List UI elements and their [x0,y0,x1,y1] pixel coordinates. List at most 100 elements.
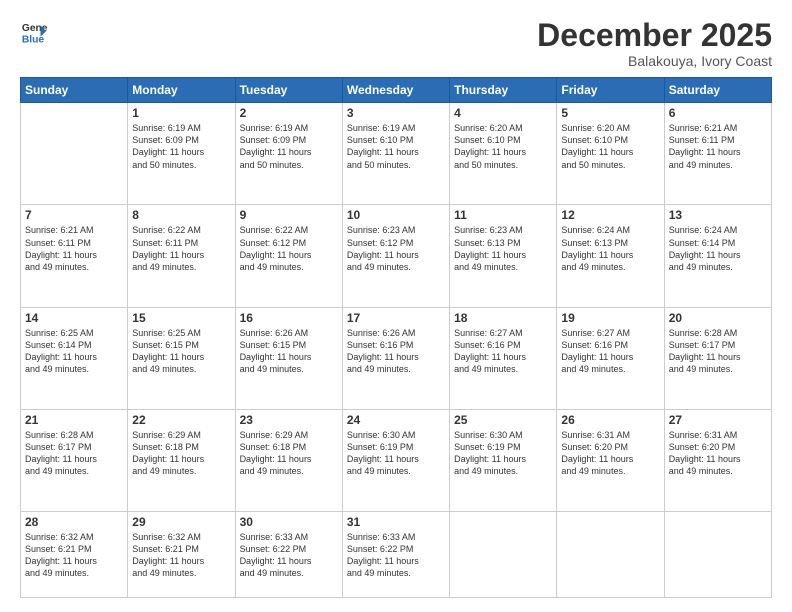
cell-3-1: 22Sunrise: 6:29 AM Sunset: 6:18 PM Dayli… [128,409,235,511]
cell-3-0: 21 Sunrise: 6:28 AM Sunset: 6:17 PM Dayli… [21,409,128,511]
day-info-26: Sunrise: 6:31 AM Sunset: 6:20 PM Dayligh… [561,429,659,478]
day-number-26: 26 [561,413,659,427]
day-number-13: 13 [669,208,767,222]
cell-0-2: 2 Sunrise: 6:19 AM Sunset: 6:09 PM Daylig… [235,103,342,205]
day-number-11: 11 [454,208,552,222]
cell-0-6: 6 Sunrise: 6:21 AM Sunset: 6:11 PM Daylig… [664,103,771,205]
day-info-14: Sunrise: 6:25 AM Sunset: 6:14 PM Dayligh… [25,327,123,376]
logo-icon: General Blue [20,18,48,46]
cell-1-0: 7Sunrise: 6:21 AM Sunset: 6:11 PM Daylig… [21,205,128,307]
day-info-10: Sunrise: 6:23 AM Sunset: 6:12 PM Dayligh… [347,224,445,273]
cell-3-4: 25 Sunrise: 6:30 AM Sunset: 6:19 PM Dayli… [450,409,557,511]
cell-2-6: 20 Sunrise: 6:28 AM Sunset: 6:17 PM Dayli… [664,307,771,409]
day-info-7: Sunrise: 6:21 AM Sunset: 6:11 PM Dayligh… [25,224,123,273]
day-info-15: Sunrise: 6:25 AM Sunset: 6:15 PM Dayligh… [132,327,230,376]
month-title: December 2025 [537,18,772,53]
day-info-19: Sunrise: 6:27 AM Sunset: 6:16 PM Dayligh… [561,327,659,376]
day-number-14: 14 [25,311,123,325]
day-number-9: 9 [240,208,338,222]
day-number-21: 21 [25,413,123,427]
cell-0-1: 1Sunrise: 6:19 AM Sunset: 6:09 PM Daylig… [128,103,235,205]
cell-1-6: 13 Sunrise: 6:24 AM Sunset: 6:14 PM Dayli… [664,205,771,307]
day-number-20: 20 [669,311,767,325]
day-info-29: Sunrise: 6:32 AM Sunset: 6:21 PM Dayligh… [132,531,230,580]
header-monday: Monday [128,78,235,103]
day-info-17: Sunrise: 6:26 AM Sunset: 6:16 PM Dayligh… [347,327,445,376]
day-info-13: Sunrise: 6:24 AM Sunset: 6:14 PM Dayligh… [669,224,767,273]
day-number-28: 28 [25,515,123,529]
day-info-3: Sunrise: 6:19 AM Sunset: 6:10 PM Dayligh… [347,122,445,171]
cell-2-0: 14 Sunrise: 6:25 AM Sunset: 6:14 PM Dayli… [21,307,128,409]
cell-2-5: 19 Sunrise: 6:27 AM Sunset: 6:16 PM Dayli… [557,307,664,409]
day-info-6: Sunrise: 6:21 AM Sunset: 6:11 PM Dayligh… [669,122,767,171]
cell-3-2: 23 Sunrise: 6:29 AM Sunset: 6:18 PM Dayli… [235,409,342,511]
day-info-25: Sunrise: 6:30 AM Sunset: 6:19 PM Dayligh… [454,429,552,478]
cell-1-4: 11 Sunrise: 6:23 AM Sunset: 6:13 PM Dayli… [450,205,557,307]
cell-0-0 [21,103,128,205]
header: General Blue December 2025 Balakouya, Iv… [20,18,772,69]
week-row-1: 1Sunrise: 6:19 AM Sunset: 6:09 PM Daylig… [21,103,772,205]
day-info-28: Sunrise: 6:32 AM Sunset: 6:21 PM Dayligh… [25,531,123,580]
day-info-12: Sunrise: 6:24 AM Sunset: 6:13 PM Dayligh… [561,224,659,273]
day-number-6: 6 [669,106,767,120]
cell-0-5: 5 Sunrise: 6:20 AM Sunset: 6:10 PM Daylig… [557,103,664,205]
day-info-9: Sunrise: 6:22 AM Sunset: 6:12 PM Dayligh… [240,224,338,273]
day-number-2: 2 [240,106,338,120]
cell-3-6: 27Sunrise: 6:31 AM Sunset: 6:20 PM Dayli… [664,409,771,511]
cell-3-5: 26 Sunrise: 6:31 AM Sunset: 6:20 PM Dayli… [557,409,664,511]
header-saturday: Saturday [664,78,771,103]
day-info-21: Sunrise: 6:28 AM Sunset: 6:17 PM Dayligh… [25,429,123,478]
day-number-12: 12 [561,208,659,222]
cell-3-3: 24 Sunrise: 6:30 AM Sunset: 6:19 PM Dayli… [342,409,449,511]
cell-2-4: 18 Sunrise: 6:27 AM Sunset: 6:16 PM Dayli… [450,307,557,409]
location: Balakouya, Ivory Coast [537,53,772,69]
week-row-3: 14 Sunrise: 6:25 AM Sunset: 6:14 PM Dayli… [21,307,772,409]
cell-4-1: 29Sunrise: 6:32 AM Sunset: 6:21 PM Dayli… [128,512,235,598]
cell-2-2: 16Sunrise: 6:26 AM Sunset: 6:15 PM Dayli… [235,307,342,409]
day-number-30: 30 [240,515,338,529]
day-number-8: 8 [132,208,230,222]
day-info-8: Sunrise: 6:22 AM Sunset: 6:11 PM Dayligh… [132,224,230,273]
cell-4-2: 30Sunrise: 6:33 AM Sunset: 6:22 PM Dayli… [235,512,342,598]
cell-4-3: 31Sunrise: 6:33 AM Sunset: 6:22 PM Dayli… [342,512,449,598]
week-row-5: 28 Sunrise: 6:32 AM Sunset: 6:21 PM Dayli… [21,512,772,598]
day-info-4: Sunrise: 6:20 AM Sunset: 6:10 PM Dayligh… [454,122,552,171]
cell-4-5 [557,512,664,598]
calendar-table: Sunday Monday Tuesday Wednesday Thursday… [20,77,772,598]
day-info-20: Sunrise: 6:28 AM Sunset: 6:17 PM Dayligh… [669,327,767,376]
day-info-5: Sunrise: 6:20 AM Sunset: 6:10 PM Dayligh… [561,122,659,171]
week-row-2: 7Sunrise: 6:21 AM Sunset: 6:11 PM Daylig… [21,205,772,307]
day-number-15: 15 [132,311,230,325]
day-number-23: 23 [240,413,338,427]
cell-1-2: 9 Sunrise: 6:22 AM Sunset: 6:12 PM Daylig… [235,205,342,307]
title-block: December 2025 Balakouya, Ivory Coast [537,18,772,69]
day-number-4: 4 [454,106,552,120]
day-number-3: 3 [347,106,445,120]
day-info-2: Sunrise: 6:19 AM Sunset: 6:09 PM Dayligh… [240,122,338,171]
logo: General Blue [20,18,48,46]
day-info-11: Sunrise: 6:23 AM Sunset: 6:13 PM Dayligh… [454,224,552,273]
day-number-5: 5 [561,106,659,120]
day-number-17: 17 [347,311,445,325]
day-number-31: 31 [347,515,445,529]
header-sunday: Sunday [21,78,128,103]
day-number-18: 18 [454,311,552,325]
day-number-24: 24 [347,413,445,427]
day-info-18: Sunrise: 6:27 AM Sunset: 6:16 PM Dayligh… [454,327,552,376]
day-number-19: 19 [561,311,659,325]
header-wednesday: Wednesday [342,78,449,103]
header-friday: Friday [557,78,664,103]
day-number-16: 16 [240,311,338,325]
day-number-25: 25 [454,413,552,427]
header-thursday: Thursday [450,78,557,103]
cell-1-3: 10Sunrise: 6:23 AM Sunset: 6:12 PM Dayli… [342,205,449,307]
day-info-23: Sunrise: 6:29 AM Sunset: 6:18 PM Dayligh… [240,429,338,478]
day-info-27: Sunrise: 6:31 AM Sunset: 6:20 PM Dayligh… [669,429,767,478]
day-info-24: Sunrise: 6:30 AM Sunset: 6:19 PM Dayligh… [347,429,445,478]
cell-0-4: 4 Sunrise: 6:20 AM Sunset: 6:10 PM Daylig… [450,103,557,205]
header-tuesday: Tuesday [235,78,342,103]
cell-0-3: 3 Sunrise: 6:19 AM Sunset: 6:10 PM Daylig… [342,103,449,205]
weekday-header-row: Sunday Monday Tuesday Wednesday Thursday… [21,78,772,103]
week-row-4: 21 Sunrise: 6:28 AM Sunset: 6:17 PM Dayli… [21,409,772,511]
day-number-22: 22 [132,413,230,427]
